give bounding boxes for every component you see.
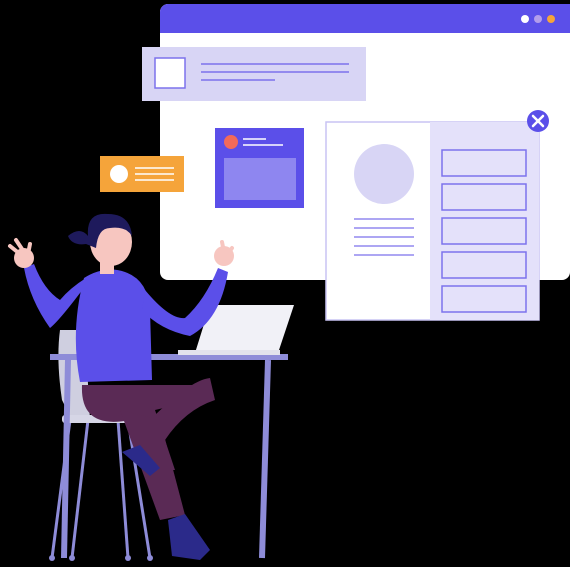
- shoe-right: [168, 514, 210, 560]
- illustration-scene: [8, 4, 570, 561]
- floating-header-card: [142, 47, 366, 101]
- window-dot-lilac: [534, 15, 542, 23]
- avatar-placeholder-icon: [110, 165, 128, 183]
- close-icon[interactable]: [527, 110, 549, 132]
- image-placeholder-icon: [154, 57, 186, 89]
- avatar-dot-icon: [224, 135, 238, 149]
- notification-card: [100, 156, 184, 192]
- browser-title-bar: [160, 4, 570, 33]
- profile-modal: [325, 121, 540, 321]
- profile-avatar: [354, 144, 414, 204]
- window-dot-white: [521, 15, 529, 23]
- post-card: [215, 128, 304, 208]
- window-dot-orange: [547, 15, 555, 23]
- post-image: [224, 158, 296, 200]
